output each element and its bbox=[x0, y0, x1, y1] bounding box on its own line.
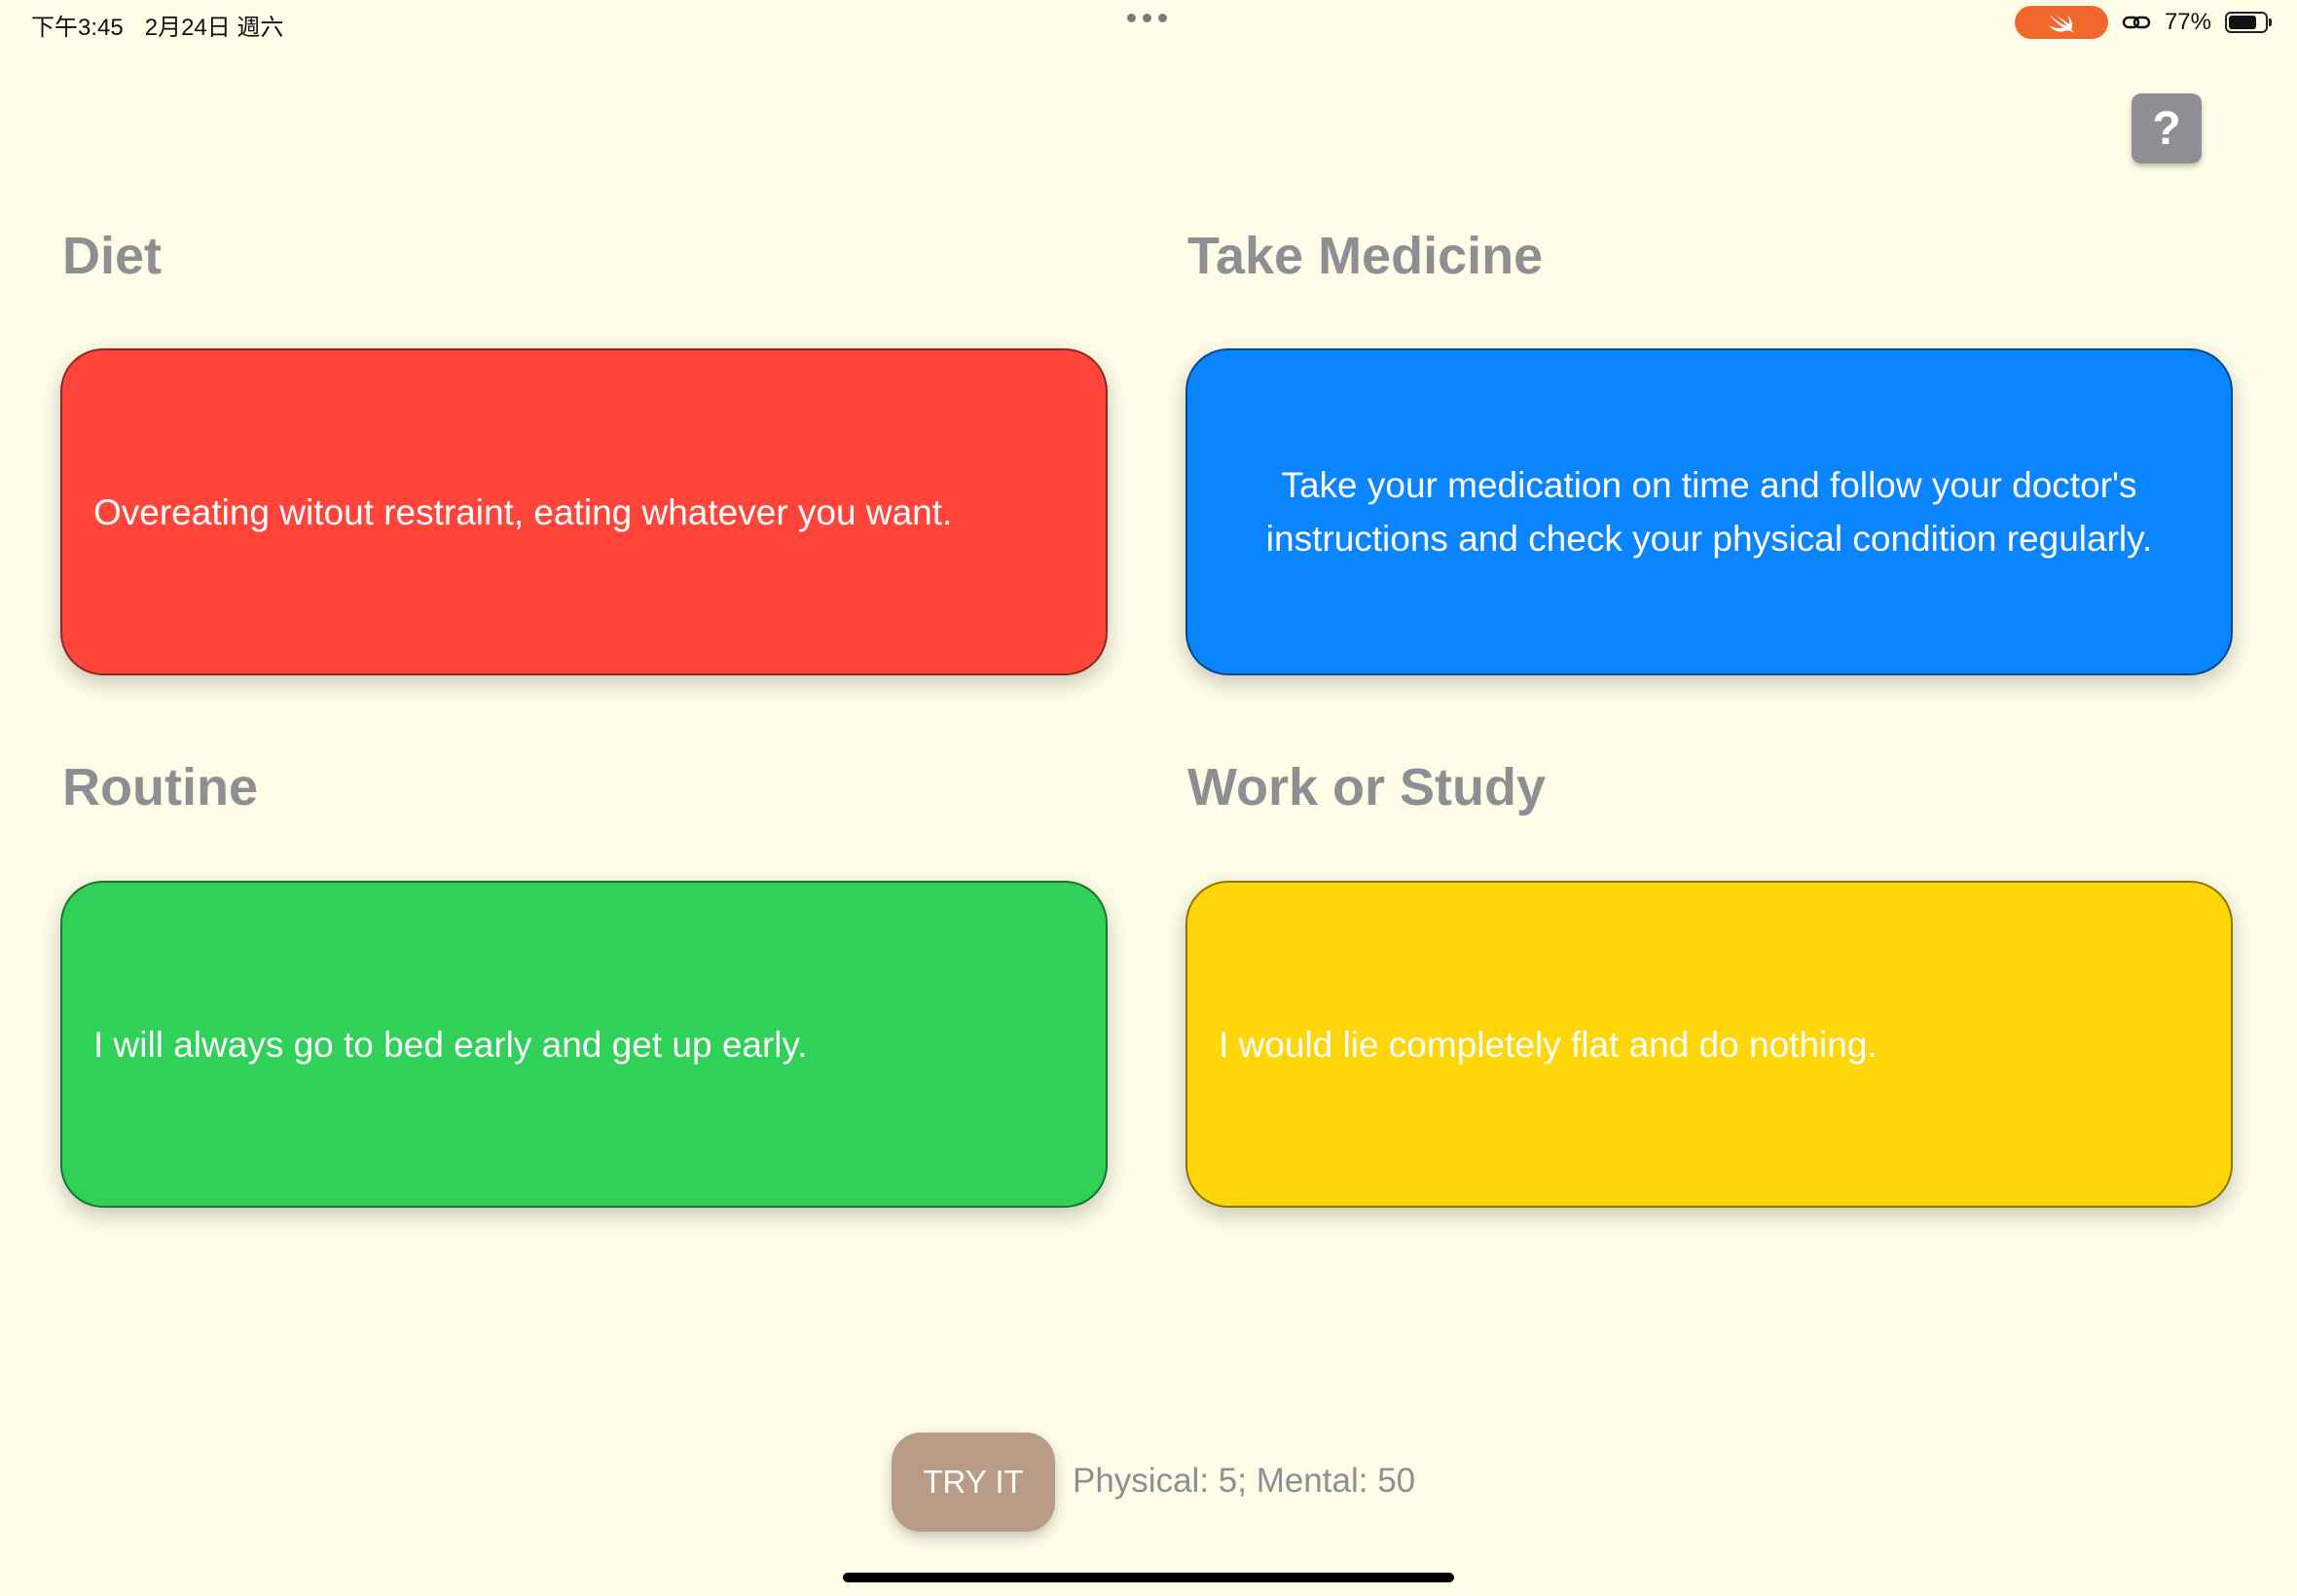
home-indicator[interactable] bbox=[843, 1573, 1454, 1582]
help-button[interactable]: ? bbox=[2132, 93, 2202, 163]
diet-card-text: Overeating witout restraint, eating what… bbox=[93, 491, 953, 532]
try-it-button[interactable]: TRY IT bbox=[892, 1433, 1055, 1532]
swift-icon bbox=[2048, 14, 2073, 32]
section-title-routine: Routine bbox=[62, 758, 258, 816]
battery-percent: 77% bbox=[2164, 9, 2211, 35]
battery-icon bbox=[2225, 12, 2272, 33]
work-or-study-card-text: I would lie completely flat and do nothi… bbox=[1219, 1024, 1878, 1065]
section-title-diet: Diet bbox=[62, 227, 163, 285]
diet-card[interactable]: Overeating witout restraint, eating what… bbox=[60, 348, 1108, 675]
status-bar-right: 77% bbox=[2014, 6, 2272, 39]
status-date: 2月24日 週六 bbox=[144, 15, 284, 41]
status-bar-left: 下午3:45 2月24日 週六 bbox=[31, 8, 283, 42]
link-icon bbox=[2122, 16, 2151, 29]
routine-card-text: I will always go to bed early and get up… bbox=[93, 1024, 808, 1065]
take-medicine-card[interactable]: Take your medication on time and follow … bbox=[1185, 348, 2233, 675]
multitasking-dots-icon[interactable] bbox=[1127, 14, 1167, 22]
section-title-take-medicine: Take Medicine bbox=[1187, 227, 1544, 285]
take-medicine-card-text: Take your medication on time and follow … bbox=[1265, 465, 2153, 559]
routine-card[interactable]: I will always go to bed early and get up… bbox=[60, 881, 1108, 1208]
swift-playgrounds-badge[interactable] bbox=[2014, 6, 2108, 39]
section-title-work-or-study: Work or Study bbox=[1187, 758, 1547, 816]
work-or-study-card[interactable]: I would lie completely flat and do nothi… bbox=[1185, 881, 2233, 1208]
score-text: Physical: 5; Mental: 50 bbox=[1073, 1462, 1416, 1500]
status-time: 下午3:45 bbox=[31, 15, 124, 41]
